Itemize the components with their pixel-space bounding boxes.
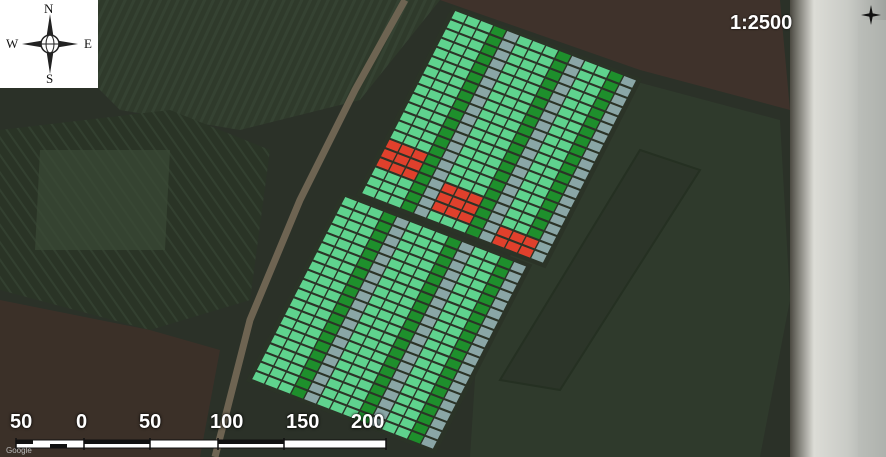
map-view[interactable]: N S E W 1:2500 50 0 50 100 150 200 Googl…: [0, 0, 886, 457]
scale-bar-graphic: [15, 438, 387, 450]
satellite-imagery: [0, 0, 886, 457]
compass-rose: N S E W: [0, 0, 98, 88]
scale-ratio-label: 1:2500: [730, 12, 793, 34]
scale-bar: 50 0 50 100 150 200: [0, 410, 450, 457]
compass-icon: [22, 14, 78, 74]
attribution-label: Google: [6, 446, 32, 455]
north-arrow-icon: [861, 5, 881, 25]
